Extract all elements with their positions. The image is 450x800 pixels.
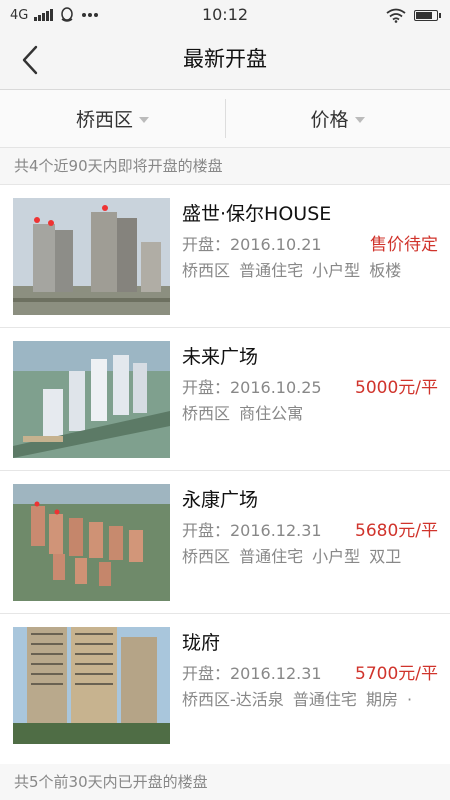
status-bar: 4G 10:12	[0, 0, 450, 30]
project-tags: 桥西区 普通住宅 小户型 板楼	[182, 261, 402, 280]
district-filter-label: 桥西区	[75, 109, 133, 131]
wifi-icon	[386, 8, 406, 23]
status-right	[386, 0, 441, 30]
caret-down-icon	[354, 116, 365, 123]
page-title: 最新开盘	[183, 47, 267, 71]
project-name: 永康广场	[182, 489, 259, 511]
project-open-date: 开盘：2016.12.31	[182, 521, 322, 540]
opened-summary: 共5个前30天内已开盘的楼盘	[0, 764, 450, 800]
project-thumbnail	[13, 484, 170, 601]
project-thumbnail	[13, 341, 170, 458]
project-name: 盛世·保尔HOUSE	[182, 203, 332, 225]
project-price: 5000元/平	[355, 378, 438, 398]
project-thumbnail	[13, 627, 170, 744]
project-name: 未来广场	[182, 346, 259, 368]
price-filter-label: 价格	[310, 109, 349, 131]
price-filter[interactable]: 价格	[225, 90, 450, 147]
filter-bar: 桥西区 价格	[0, 90, 450, 148]
upcoming-summary: 共4个近90天内即将开盘的楼盘	[0, 148, 450, 184]
project-price: 5680元/平	[355, 521, 438, 541]
project-open-date: 开盘：2016.10.25	[182, 378, 322, 397]
project-item[interactable]: 永康广场 开盘：2016.12.31 5680元/平 桥西区 普通住宅 小户型 …	[0, 470, 450, 613]
project-list: 盛世·保尔HOUSE 开盘：2016.10.21 售价待定 桥西区 普通住宅 小…	[0, 184, 450, 756]
nav-bar: 最新开盘	[0, 30, 450, 90]
project-item[interactable]: 盛世·保尔HOUSE 开盘：2016.10.21 售价待定 桥西区 普通住宅 小…	[0, 184, 450, 327]
battery-fill	[416, 11, 433, 19]
status-time: 10:12	[201, 5, 249, 24]
project-item[interactable]: 未来广场 开盘：2016.10.25 5000元/平 桥西区 商住公寓	[0, 327, 450, 470]
project-open-date: 开盘：2016.12.31	[182, 664, 322, 683]
project-open-date: 开盘：2016.10.21	[182, 235, 322, 254]
project-thumbnail	[13, 198, 170, 315]
project-name: 珑府	[182, 632, 221, 654]
district-filter[interactable]: 桥西区	[0, 90, 225, 147]
battery-icon	[414, 9, 441, 21]
caret-down-icon	[139, 116, 149, 123]
project-item[interactable]: 珑府 开盘：2016.12.31 5700元/平 桥西区-达活泉 普通住宅 期房…	[0, 613, 450, 756]
project-price: 售价待定	[370, 235, 438, 255]
project-tags: 桥西区-达活泉 普通住宅 期房 ·	[182, 690, 413, 709]
project-price: 5700元/平	[355, 664, 438, 684]
project-tags: 桥西区 普通住宅 小户型 双卫	[182, 547, 402, 566]
project-tags: 桥西区 商住公寓	[182, 404, 304, 423]
